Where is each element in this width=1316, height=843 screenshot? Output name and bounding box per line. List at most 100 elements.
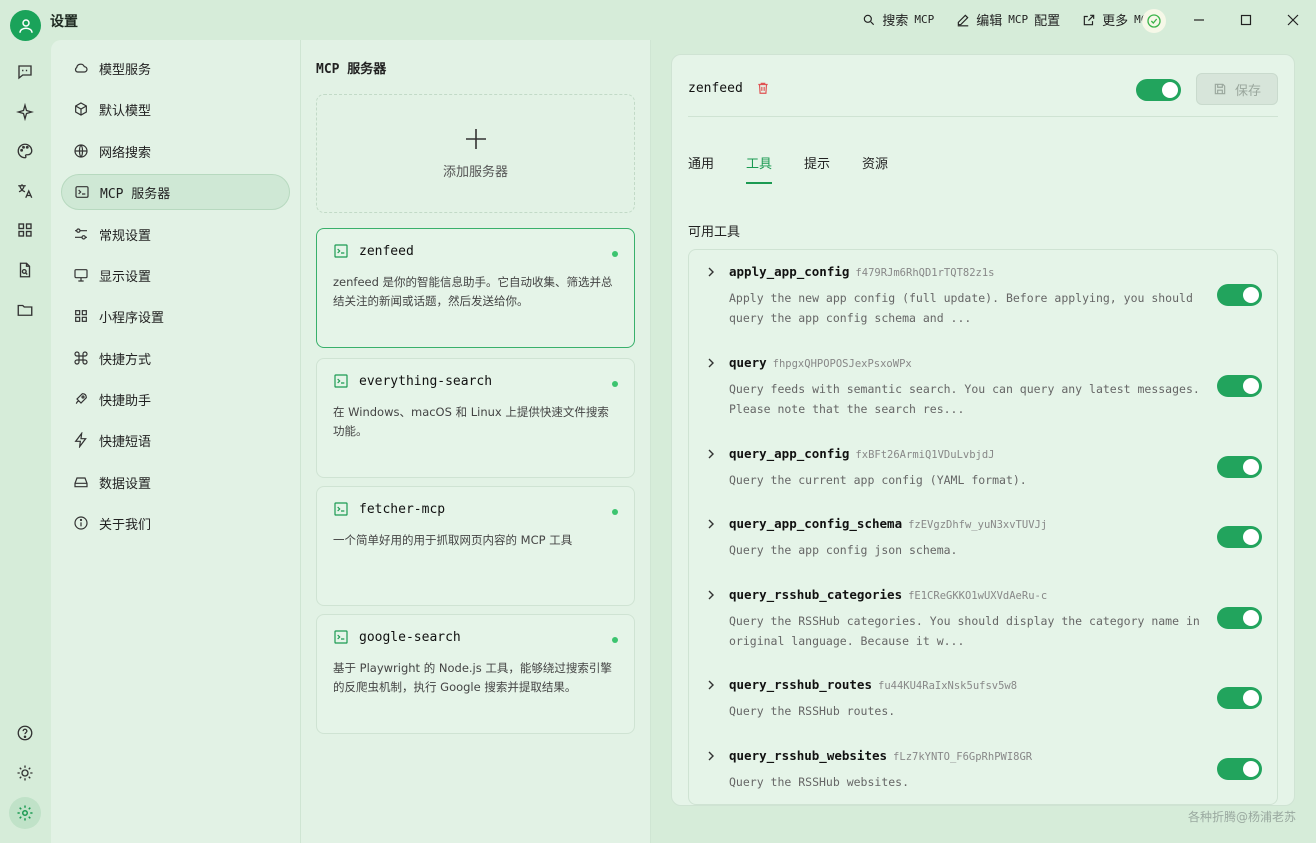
files-button[interactable]: [13, 298, 37, 322]
delete-server-button[interactable]: [756, 81, 770, 99]
server-enable-toggle[interactable]: [1136, 79, 1181, 101]
gear-icon: [17, 805, 33, 821]
chevron-right-icon[interactable]: [705, 448, 717, 460]
paint-button[interactable]: [13, 139, 37, 163]
nav-item-quick-assistant[interactable]: 快捷助手: [61, 381, 290, 417]
nav-item-model-service[interactable]: 模型服务: [61, 50, 290, 86]
chat-button[interactable]: [13, 60, 37, 84]
nav-item-default-model[interactable]: 默认模型: [61, 91, 290, 127]
search-mcp-suffix: MCP: [914, 13, 935, 26]
settings-button[interactable]: [9, 797, 41, 829]
tool-toggle[interactable]: [1217, 687, 1262, 709]
nav-label: 数据设置: [99, 476, 152, 492]
grid-icon: [75, 310, 87, 322]
nav-item-web-search[interactable]: 网络搜索: [61, 133, 290, 169]
edit-mcp-config-button[interactable]: 编辑 MCP 配置: [956, 10, 1060, 29]
chevron-right-icon[interactable]: [705, 357, 717, 369]
file-search-icon: [19, 262, 31, 278]
tab-prompts[interactable]: 提示: [804, 153, 830, 184]
user-icon: [18, 18, 33, 33]
maximize-icon: [1240, 14, 1252, 26]
nav-label: 关于我们: [99, 517, 152, 533]
search-mcp-label: 搜索: [882, 14, 909, 29]
tool-name: query_rsshub_routes fu44KU4RaIxNsk5ufsv5w…: [729, 677, 1017, 692]
apps-button[interactable]: [13, 218, 37, 242]
add-server-button[interactable]: 添加服务器: [316, 94, 635, 213]
plus-icon: [465, 129, 486, 149]
tool-toggle[interactable]: [1217, 607, 1262, 629]
search-mcp-button[interactable]: 搜索 MCP: [862, 10, 934, 29]
server-card-fetcher-mcp[interactable]: fetcher-mcp 一个简单好用的用于抓取网页内容的 MCP 工具: [316, 486, 635, 606]
pencil-icon: [957, 14, 969, 26]
tool-desc: Query the current app config (YAML forma…: [729, 473, 1027, 487]
nav-label: 快捷方式: [99, 352, 152, 368]
tab-resources[interactable]: 资源: [862, 153, 888, 184]
close-button[interactable]: [1280, 8, 1306, 32]
available-tools-label: 可用工具: [688, 225, 741, 240]
tool-name-text: query: [729, 355, 767, 370]
nav-label: 默认模型: [99, 103, 152, 119]
chevron-right-icon[interactable]: [705, 589, 717, 601]
tool-list: apply_app_config f479RJm6RhQD1rTQT82z1s A…: [688, 249, 1278, 805]
chevron-right-icon[interactable]: [705, 679, 717, 691]
agents-button[interactable]: [13, 100, 37, 124]
server-desc: zenfeed 是你的智能信息助手。它自动收集、筛选并总结关注的新闻或话题，然后…: [333, 275, 613, 308]
nav-label: 常规设置: [99, 228, 152, 244]
theme-button[interactable]: [13, 761, 37, 785]
terminal-icon: [334, 502, 348, 516]
nav-label: 小程序设置: [99, 310, 165, 326]
maximize-button[interactable]: [1233, 8, 1259, 32]
tool-name-text: query_rsshub_websites: [729, 748, 888, 763]
tool-name-text: query_rsshub_routes: [729, 677, 872, 692]
status-dot: [612, 637, 618, 643]
tool-id: fzEVgzDhfw_yuN3xvTUVJj: [908, 519, 1048, 531]
sliders-icon: [75, 228, 87, 240]
translate-button[interactable]: [13, 179, 37, 203]
chevron-right-icon[interactable]: [705, 518, 717, 530]
nav-label: 模型服务: [99, 62, 152, 78]
server-detail-area: zenfeed 保存 通用 工具 提示 资源 可用工具 apply_app_co…: [651, 40, 1316, 843]
status-indicator[interactable]: [1142, 9, 1166, 33]
chevron-right-icon[interactable]: [705, 750, 717, 762]
add-server-label: 添加服务器: [442, 165, 508, 180]
tool-toggle[interactable]: [1217, 526, 1262, 548]
nav-item-data[interactable]: 数据设置: [61, 464, 290, 500]
mcp-server-list: MCP 服务器 添加服务器 zenfeed zenfeed 是你的智能信息助手。…: [301, 40, 651, 843]
save-button[interactable]: 保存: [1196, 73, 1278, 105]
nav-label: 显示设置: [99, 269, 152, 285]
globe-icon: [74, 144, 88, 158]
icon-rail: [0, 40, 51, 843]
tool-toggle[interactable]: [1217, 456, 1262, 478]
tool-toggle[interactable]: [1217, 284, 1262, 306]
help-button[interactable]: [13, 721, 37, 745]
help-icon: [17, 725, 33, 741]
nav-item-quick-phrases[interactable]: 快捷短语: [61, 422, 290, 458]
tool-toggle[interactable]: [1217, 375, 1262, 397]
chevron-right-icon[interactable]: [705, 266, 717, 278]
tab-tools[interactable]: 工具: [746, 153, 773, 184]
tool-name-text: query_app_config_schema: [729, 516, 903, 531]
nav-label: 快捷短语: [99, 434, 152, 450]
tool-toggle[interactable]: [1217, 758, 1262, 780]
nav-item-miniapps[interactable]: 小程序设置: [61, 298, 290, 334]
settings-nav: 模型服务 默认模型 网络搜索 MCP 服务器 常规设置 显示设置 小程序设置 快…: [51, 40, 301, 843]
translate-icon: [18, 184, 33, 199]
minimize-button[interactable]: [1186, 8, 1212, 32]
server-card-google-search[interactable]: google-search 基于 Playwright 的 Node.js 工具…: [316, 614, 635, 734]
tab-general[interactable]: 通用: [688, 153, 714, 184]
nav-item-display[interactable]: 显示设置: [61, 257, 290, 293]
nav-item-shortcuts[interactable]: 快捷方式: [61, 340, 290, 376]
server-card-zenfeed[interactable]: zenfeed zenfeed 是你的智能信息助手。它自动收集、筛选并总结关注的…: [316, 228, 635, 348]
tool-name-text: apply_app_config: [729, 264, 850, 279]
nav-item-about[interactable]: 关于我们: [61, 505, 290, 541]
nav-item-general[interactable]: 常规设置: [61, 216, 290, 252]
server-card-everything-search[interactable]: everything-search 在 Windows、macOS 和 Linu…: [316, 358, 635, 478]
knowledge-button[interactable]: [13, 258, 37, 282]
terminal-icon: [75, 186, 89, 198]
tool-id: fE1CReGKKO1wUXVdAeRu-c: [908, 590, 1048, 602]
save-icon: [1214, 83, 1226, 95]
server-desc: 在 Windows、macOS 和 Linux 上提供快速文件搜索功能。: [333, 405, 609, 438]
nav-item-mcp-servers[interactable]: MCP 服务器: [61, 174, 290, 210]
user-avatar[interactable]: [10, 10, 41, 41]
tool-name: query_app_config_schema fzEVgzDhfw_yuN3xv…: [729, 516, 1047, 531]
